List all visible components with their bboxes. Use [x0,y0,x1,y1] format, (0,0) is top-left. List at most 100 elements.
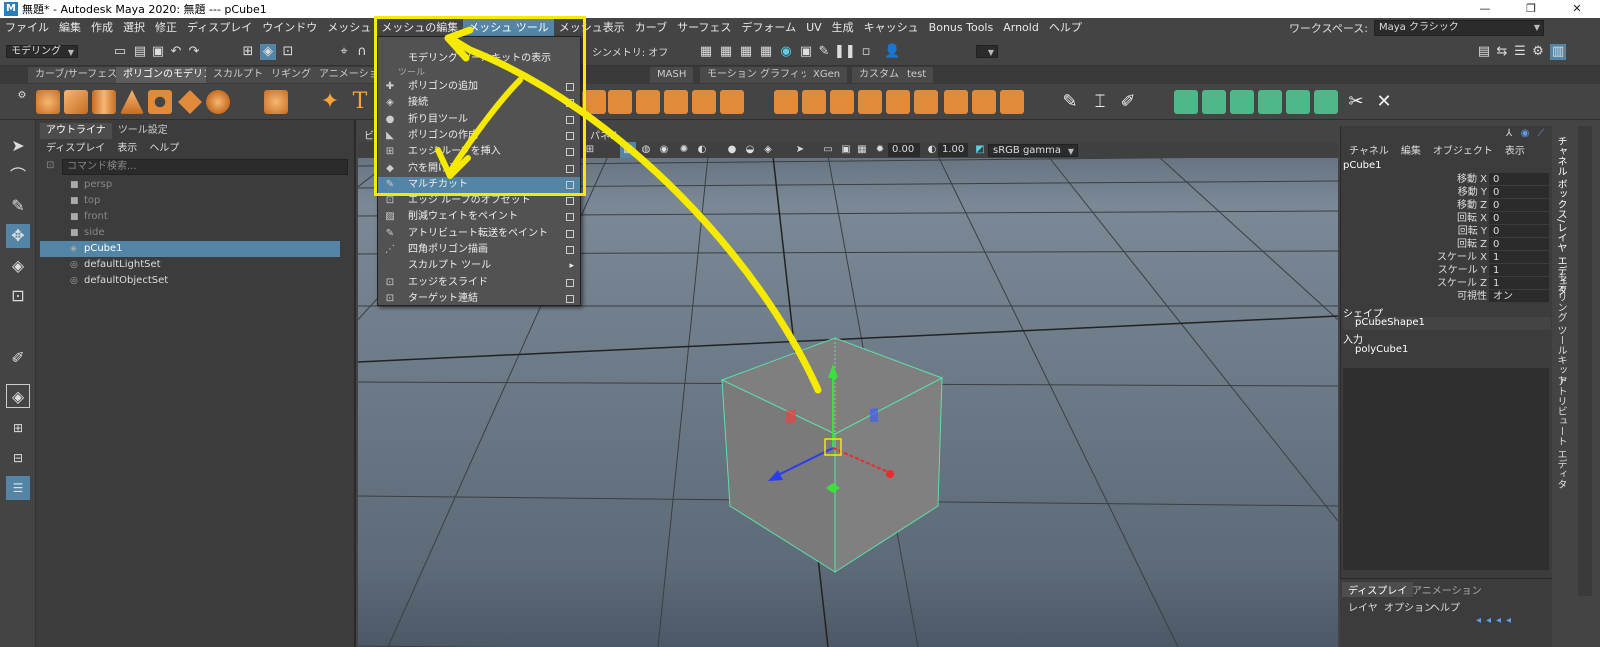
single-perspective-icon[interactable]: ◈ [6,384,30,408]
quad-draw-icon[interactable]: ✐ [1116,90,1140,114]
wedge-icon[interactable] [944,90,968,114]
move-tool-icon[interactable]: ✥ [6,224,30,248]
poly-plane-icon[interactable] [178,90,202,114]
menu-item-4[interactable]: ⊞ エッジ ループを挿入 [378,144,580,160]
menu-5[interactable]: ディスプレイ [182,18,257,38]
menu-15[interactable]: 生成 [827,18,859,38]
option-box-icon[interactable] [566,197,574,206]
shelf-tab-3[interactable]: リギング [264,67,318,83]
menu-1[interactable]: 編集 [54,18,86,38]
fill-hole-icon[interactable] [858,90,882,114]
shadows-icon[interactable]: ◐ [694,142,710,158]
uv-cut-icon[interactable]: ✂ [1344,90,1368,114]
platonic-solid-icon[interactable] [264,90,288,114]
menu-7[interactable]: メッシュ [322,18,376,38]
lasso-tool-icon[interactable]: ⌒ [6,164,30,188]
minimize-button[interactable]: — [1462,0,1508,18]
combine-icon[interactable] [582,90,606,114]
render-settings-icon[interactable]: ▦ [758,44,774,60]
option-box-icon[interactable] [566,213,574,222]
shelf-tab-0[interactable]: カーブ/サーフェス [28,67,125,83]
symmetry-label[interactable]: シンメトリ: オフ [592,44,668,59]
xray-icon[interactable]: ▭ [820,142,836,158]
channel-value[interactable]: 1 [1489,277,1549,289]
uv-layout-icon[interactable] [1314,90,1338,114]
channel-box-icon[interactable]: ▥ [1550,44,1566,60]
colorspace-dropdown[interactable]: sRGB gamma [988,144,1079,157]
outliner-menu-show[interactable]: 表示 [117,139,137,154]
merge-icon[interactable] [886,90,910,114]
channel-value[interactable]: 0 [1489,186,1549,198]
outliner-item[interactable]: ■ front [40,209,340,225]
channel-menu-show[interactable]: 表示 [1505,142,1525,157]
poly-torus-icon[interactable] [148,90,172,114]
uv-auto-icon[interactable] [1258,90,1282,114]
menu-item-5[interactable]: ◆ 穴を開ける [378,161,580,177]
select-component-icon[interactable]: ⊡ [280,44,296,60]
menu-16[interactable]: キャッシュ [859,18,924,38]
channel-value[interactable]: 0 [1489,212,1549,224]
menu-item-9[interactable]: ✎ アトリビュート転送をペイント [378,226,580,242]
option-box-icon[interactable] [566,148,574,157]
channel-menu-object[interactable]: オブジェクト [1433,142,1493,157]
shelf-menu-icon[interactable]: ⚙ [14,88,30,104]
outliner-menu-display[interactable]: ディスプレイ [46,139,105,154]
save-scene-icon[interactable]: ▣ [150,44,166,60]
snap-curve-icon[interactable]: ∩ [354,44,370,60]
menu-item-0[interactable]: ✚ ポリゴンの追加 [378,79,580,95]
shelf-tab-2[interactable]: スカルプト [206,67,270,83]
channel-value[interactable]: 1 [1489,251,1549,263]
camera-attr-icon[interactable]: ⊞ [582,142,598,158]
channel-menu-edit[interactable]: 編集 [1401,142,1421,157]
shelf-tab-6[interactable]: MASH [650,67,694,83]
layer-menu-layers[interactable]: レイヤ [1348,599,1378,614]
triangulate-icon[interactable] [1000,90,1024,114]
outliner-item[interactable]: ■ top [40,193,340,209]
textured-icon[interactable]: ◉ [656,142,672,158]
option-box-icon[interactable] [566,246,574,254]
menu-item-7[interactable]: ⊡ エッジ ループのオフセット [378,193,580,209]
outliner-item[interactable]: ◎ defaultObjectSet [40,273,340,289]
render-view-icon[interactable]: ▣ [798,44,814,60]
uv-unfold-icon[interactable] [1286,90,1310,114]
uv-planar-icon[interactable] [1174,90,1198,114]
menu-9[interactable]: メッシュ ツール [463,18,554,38]
color-management-icon[interactable]: ◩ [972,142,988,158]
bridge-icon[interactable] [802,90,826,114]
xray-joints-icon[interactable]: ▣ [838,142,854,158]
redo-icon[interactable]: ↷ [186,44,202,60]
render-icon[interactable]: ▦ [698,44,714,60]
channel-value[interactable]: オン [1489,290,1549,302]
lights-icon[interactable]: ✺ [676,142,692,158]
pause-icon[interactable]: ❚❚ [834,44,856,60]
channel-row[interactable]: スケール Z1 [1341,277,1551,290]
sidebar-icon[interactable]: ▤ [1476,44,1492,60]
uv-cylindrical-icon[interactable] [1202,90,1226,114]
poly-sphere-icon[interactable] [36,90,60,114]
poly-disc-icon[interactable] [206,90,230,114]
isolate-icon[interactable]: ➤ [792,142,808,158]
option-box-icon[interactable] [566,229,574,238]
outliner-item[interactable]: ■ persp [40,177,340,193]
smooth-icon[interactable] [636,90,660,114]
channel-row[interactable]: スケール X1 [1341,251,1551,264]
poke-icon[interactable] [972,90,996,114]
workspace-dropdown[interactable]: Maya クラシック [1374,20,1544,36]
input-name[interactable]: polyCube1 [1343,344,1408,355]
close-button[interactable]: ✕ [1554,0,1600,18]
channel-row[interactable]: 移動 X0 [1341,173,1551,186]
gamma-field[interactable]: 1.00 [938,143,968,157]
select-hierarchy-icon[interactable]: ⊞ [240,44,256,60]
tool-settings-icon[interactable]: ⚙ [1530,44,1546,60]
restore-button[interactable]: ❐ [1508,0,1554,18]
side-scroll-track[interactable] [1578,126,1592,596]
menu-item-10[interactable]: ⋰ 四角ポリゴン描画 [378,242,580,258]
backface-icon[interactable]: ▦ [854,142,870,158]
menu-item-11[interactable]: スカルプト ツール ▸ [378,258,580,274]
menu-6[interactable]: ウインドウ [257,18,322,38]
remesh-icon[interactable] [720,90,744,114]
modeling-toolkit-icon[interactable]: ⇆ [1494,44,1510,60]
paint-select-icon[interactable]: ✎ [6,194,30,218]
edge-loop-icon[interactable]: ⌶ [1088,90,1112,114]
outliner-menu-help[interactable]: ヘルプ [149,139,179,154]
